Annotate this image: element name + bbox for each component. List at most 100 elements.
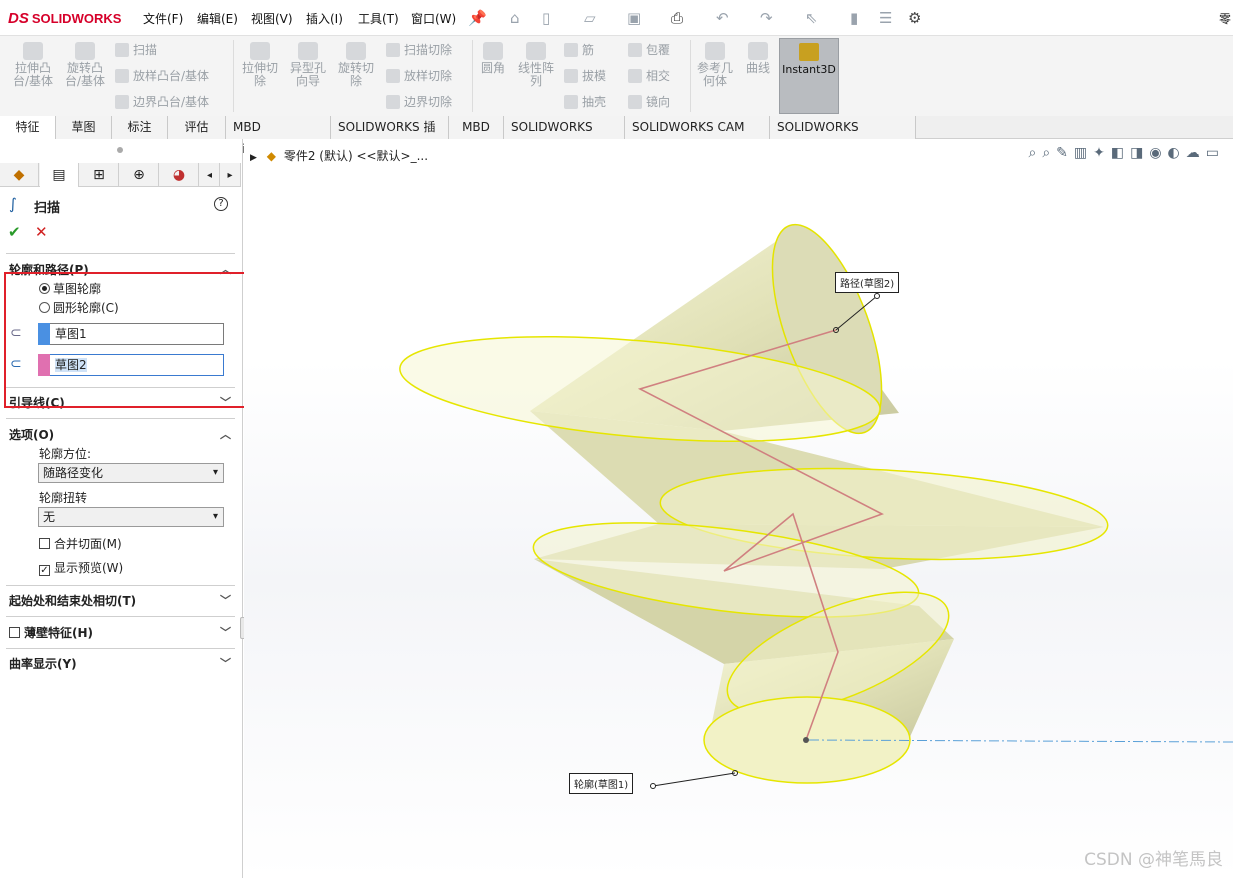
extrude-boss-icon <box>23 42 43 60</box>
linear-pattern-icon <box>526 42 546 60</box>
mirror-button[interactable]: 镜向 <box>628 93 670 110</box>
feature-manager-tab-icon[interactable]: ◆ <box>0 163 39 187</box>
expand-chevron-icon: ﹀ <box>220 657 231 670</box>
divider <box>6 418 235 419</box>
options-gear-icon[interactable]: ⚙ <box>908 9 921 27</box>
orientation-select[interactable]: 随路径变化 ▾ <box>38 463 224 483</box>
menu-window[interactable]: 窗口(W) <box>411 10 456 27</box>
curves-button[interactable]: 曲线 <box>740 42 776 75</box>
section-start-end-tangency[interactable]: 起始处和结束处相切(T) ﹀ <box>0 592 241 609</box>
fillet-icon <box>483 42 503 60</box>
divider <box>6 585 235 586</box>
leader-dot <box>650 783 656 789</box>
display-manager-tab-icon[interactable]: ◕ <box>160 163 199 187</box>
print-icon[interactable]: ⎙ <box>671 9 683 27</box>
pin-icon[interactable]: 📌 <box>468 9 487 27</box>
twist-select[interactable]: 无 ▾ <box>38 507 224 527</box>
rebuild-icon[interactable]: ▮ <box>850 9 858 27</box>
extruded-boss-button[interactable]: 拉伸凸 台/基体 <box>10 42 56 88</box>
draft-button[interactable]: 拔模 <box>564 67 606 84</box>
swept-cut-button[interactable]: 扫描切除 <box>386 41 452 58</box>
path-start-point <box>803 737 809 743</box>
profile-callout[interactable]: 轮廓(草图1) <box>569 773 634 794</box>
tab-features[interactable]: 特征 <box>0 116 56 139</box>
undo-icon[interactable]: ↶ <box>716 9 729 27</box>
menu-view[interactable]: 视图(V) <box>251 10 293 27</box>
wrap-icon <box>628 42 642 57</box>
intersect-button[interactable]: 相交 <box>628 67 670 84</box>
instant3d-button[interactable]: Instant3D <box>779 38 839 114</box>
reference-geometry-icon <box>705 42 725 60</box>
solidworks-logo[interactable]: DS SOLIDWORKS <box>8 8 121 28</box>
expand-chevron-icon: ﹀ <box>220 626 231 639</box>
select-icon[interactable]: ⇖ <box>805 9 818 27</box>
configuration-manager-tab-icon[interactable]: ⊞ <box>80 163 119 187</box>
tab-sketch[interactable]: 草图 <box>56 116 112 139</box>
ribbon-separator <box>233 40 234 112</box>
intersect-icon <box>628 68 642 83</box>
tab-scroll-right-icon[interactable]: ▸ <box>220 163 241 187</box>
revolve-boss-icon <box>75 42 95 60</box>
revolve-cut-icon <box>346 42 366 60</box>
boundary-icon <box>115 94 129 109</box>
tab-solidworks-inspection[interactable]: SOLIDWORKS Inspection <box>770 116 916 156</box>
rib-button[interactable]: 筋 <box>564 41 594 58</box>
tab-markup[interactable]: 标注 <box>112 116 168 139</box>
menu-truncated: 零 <box>1219 12 1232 26</box>
sweep-button[interactable]: 扫描 <box>115 41 157 58</box>
redo-icon[interactable]: ↷ <box>760 9 773 27</box>
property-manager-panel: ◆ ▤ ⊞ ⊕ ◕ ◂ ▸ ∫ 扫描 ? ✔ ✕ 轮廓和路径(P) ︿ 草图轮廓 … <box>0 139 248 878</box>
tab-solidworks-addins[interactable]: SOLIDWORKS 插件 <box>331 116 449 156</box>
linear-pattern-button[interactable]: 线性阵 列 <box>514 42 558 88</box>
collapse-chevron-icon: ︿ <box>220 428 231 441</box>
open-icon[interactable]: ▱ <box>584 9 596 27</box>
ok-button[interactable]: ✔ <box>8 223 21 241</box>
home-icon[interactable]: ⌂ <box>510 9 520 27</box>
section-curvature-display[interactable]: 曲率显示(Y) ﹀ <box>0 655 241 672</box>
dropdown-arrow-icon: ▾ <box>212 511 218 522</box>
menu-tools[interactable]: 工具(T) <box>358 10 399 27</box>
tab-evaluate[interactable]: 评估 <box>168 116 226 139</box>
reference-geometry-button[interactable]: 参考几 何体 <box>694 42 736 88</box>
command-manager-ribbon: 拉伸凸 台/基体 旋转凸 台/基体 扫描 放样凸台/基体 边界凸台/基体 拉伸切… <box>0 36 1233 116</box>
boundary-boss-button[interactable]: 边界凸台/基体 <box>115 93 209 110</box>
section-thin-feature[interactable]: 薄壁特征(H) ﹀ <box>0 624 241 641</box>
cancel-button[interactable]: ✕ <box>35 223 48 241</box>
tab-scroll-left-icon[interactable]: ◂ <box>200 163 220 187</box>
tab-mbd[interactable]: MBD <box>449 116 504 139</box>
tab-mbd-dimensions[interactable]: MBD Dimensions <box>226 116 331 156</box>
section-options[interactable]: 选项(O) ︿ <box>0 426 241 443</box>
lofted-cut-button[interactable]: 放样切除 <box>386 67 452 84</box>
shell-button[interactable]: 抽壳 <box>564 93 606 110</box>
loft-boss-button[interactable]: 放样凸台/基体 <box>115 67 209 84</box>
divider <box>6 253 235 254</box>
manager-tabs: ◆ ▤ ⊞ ⊕ ◕ ◂ ▸ <box>0 163 241 187</box>
menu-file[interactable]: 文件(F) <box>143 10 183 27</box>
menu-insert[interactable]: 插入(I) <box>306 10 343 27</box>
panel-drag-handle[interactable] <box>117 147 123 153</box>
save-icon[interactable]: ▣ <box>627 9 641 27</box>
file-properties-icon[interactable]: ☰ <box>879 9 892 27</box>
property-manager-tab-icon[interactable]: ▤ <box>40 163 79 187</box>
hole-wizard-button[interactable]: 异型孔 向导 <box>286 42 330 88</box>
leader-dot <box>874 293 880 299</box>
revolved-boss-button[interactable]: 旋转凸 台/基体 <box>62 42 108 88</box>
revolved-cut-button[interactable]: 旋转切 除 <box>334 42 378 88</box>
show-preview-checkbox[interactable]: ✓ 显示预览(W) <box>39 559 123 576</box>
mirror-icon <box>628 94 642 109</box>
new-file-icon[interactable]: ▯ <box>542 9 550 27</box>
path-callout[interactable]: 路径(草图2) <box>835 272 900 293</box>
tab-solidworks-cam-tbm[interactable]: SOLIDWORKS CAM TBM <box>625 116 770 156</box>
help-icon[interactable]: ? <box>214 197 228 211</box>
graphics-viewport[interactable]: ▶ ◆ 零件2 (默认) <<默认>_... ⌕⌕✎▥✦◧◨◉◐☁▭ 路径(草图… <box>244 139 1233 878</box>
merge-tangent-faces-checkbox[interactable]: 合并切面(M) <box>39 535 122 552</box>
wrap-button[interactable]: 包覆 <box>628 41 670 58</box>
extruded-cut-button[interactable]: 拉伸切 除 <box>238 42 282 88</box>
dropdown-arrow-icon: ▾ <box>212 467 218 478</box>
boundary-cut-button[interactable]: 边界切除 <box>386 93 452 110</box>
fillet-button[interactable]: 圆角 <box>476 42 510 75</box>
dimxpert-manager-tab-icon[interactable]: ⊕ <box>120 163 159 187</box>
tab-solidworks-cam[interactable]: SOLIDWORKS CAM <box>504 116 625 156</box>
menu-edit[interactable]: 编辑(E) <box>197 10 238 27</box>
checkbox-unchecked-icon <box>9 627 20 638</box>
